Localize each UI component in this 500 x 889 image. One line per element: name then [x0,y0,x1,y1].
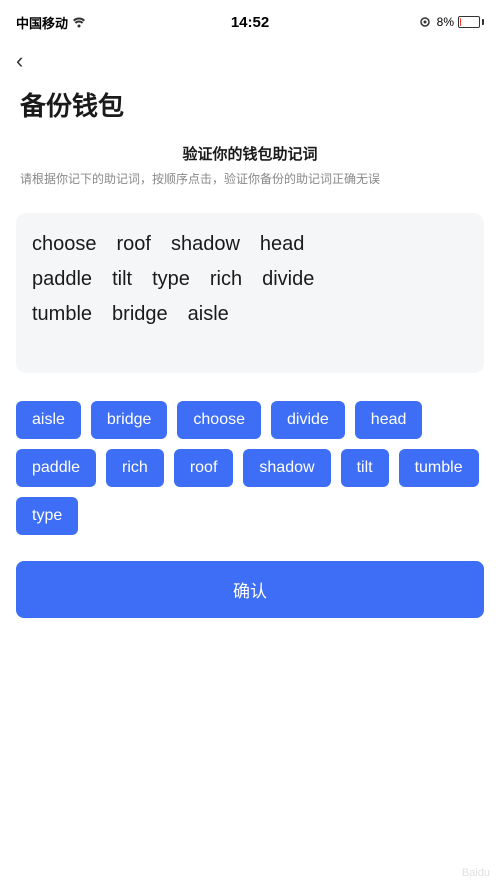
word-row-3: tumble bridge aisle [32,303,468,326]
display-word-type: type [152,268,190,291]
location-icon [417,16,433,28]
word-chip-tilt[interactable]: tilt [341,449,389,487]
battery-area: 8% [417,15,484,29]
instruction-section: 验证你的钱包助记词 请根据你记下的助记词，按顺序点击，验证你备份的助记词正确无误 [0,143,500,201]
back-button[interactable]: ‹ [0,40,39,78]
instruction-title: 验证你的钱包助记词 [20,143,480,164]
status-bar: 中国移动 14:52 8% [0,0,500,40]
clock: 14:52 [231,14,269,31]
word-chip-paddle[interactable]: paddle [16,449,96,487]
display-word-choose: choose [32,233,97,256]
word-chip-roof[interactable]: roof [174,449,234,487]
display-word-divide: divide [262,268,314,291]
word-display-area: choose roof shadow head paddle tilt type… [16,213,484,373]
display-word-rich: rich [210,268,242,291]
word-row-1: choose roof shadow head [32,233,468,256]
watermark: Baidu [462,867,490,879]
display-word-paddle: paddle [32,268,92,291]
display-word-roof: roof [117,233,151,256]
word-chips-section: aisle bridge choose divide head paddle richroo… [0,385,500,545]
display-word-head: head [260,233,305,256]
battery-percent: 8% [437,15,454,29]
display-word-tumble: tumble [32,303,92,326]
page-title: 备份钱包 [0,78,500,143]
word-chip-choose[interactable]: choose [177,401,261,439]
word-row-2: paddle tilt type rich divide [32,268,468,291]
display-word-tilt: tilt [112,268,132,291]
display-word-bridge: bridge [112,303,168,326]
display-word-aisle: aisle [188,303,229,326]
word-chip-rich[interactable]: rich [106,449,164,487]
confirm-button[interactable]: 确认 [16,561,484,618]
confirm-button-wrap: 确认 [0,545,500,638]
word-chip-head[interactable]: head [355,401,423,439]
instruction-desc: 请根据你记下的助记词，按顺序点击，验证你备份的助记词正确无误 [20,170,480,189]
word-chip-tumble[interactable]: tumble [399,449,479,487]
carrier-signal: 中国移动 [16,13,86,32]
word-chip-shadow[interactable]: shadow [243,449,330,487]
battery-icon [458,16,484,28]
wifi-icon [72,16,86,28]
word-chip-aisle[interactable]: aisle [16,401,81,439]
word-chip-bridge[interactable]: bridge [91,401,167,439]
word-chip-divide[interactable]: divide [271,401,345,439]
word-chips-grid: aisle bridge choose divide head paddle richroo… [16,401,484,535]
display-word-shadow: shadow [171,233,240,256]
word-chip-type[interactable]: type [16,497,78,535]
